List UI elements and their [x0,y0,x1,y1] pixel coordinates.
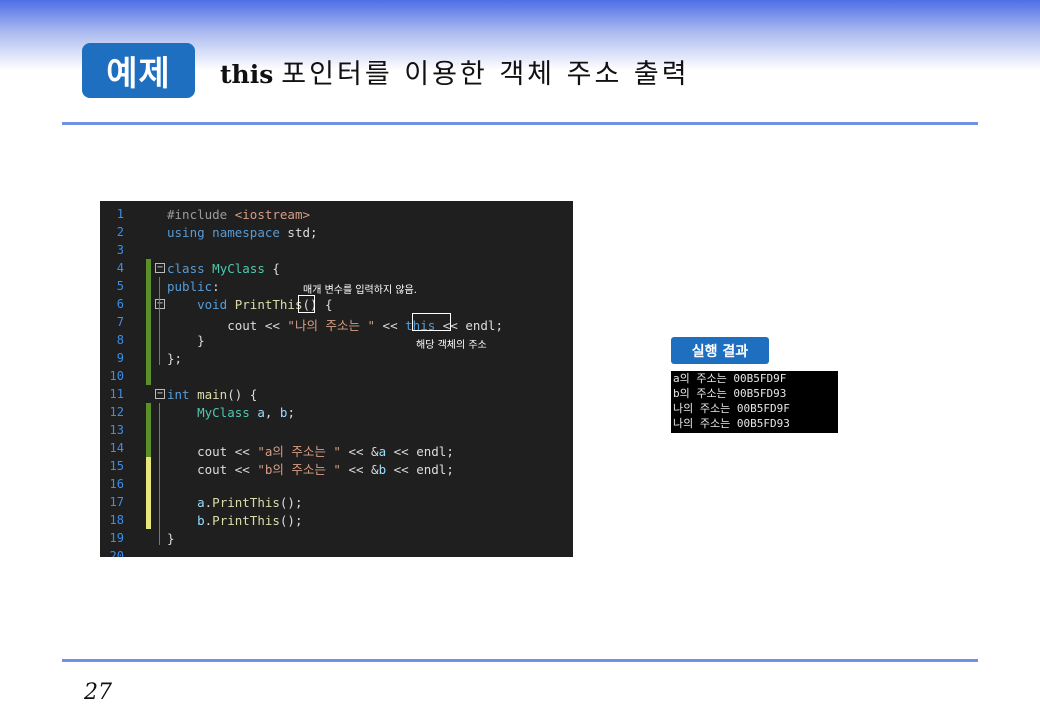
bottom-divider [62,659,978,662]
title-keyword: this [220,60,274,89]
console-line: a의 주소는 00B5FD9F [673,372,787,385]
change-marker [146,277,151,295]
indent-guide [159,403,160,545]
code-line: 19 } [100,529,573,547]
line-number: 20 [109,549,124,557]
line-number: 17 [109,495,124,509]
line-number: 7 [116,315,124,329]
highlight-box-params [298,295,315,313]
code-text: public: [167,279,220,294]
console-output: a의 주소는 00B5FD9F b의 주소는 00B5FD93 나의 주소는 0… [671,371,838,433]
console-line: 나의 주소는 00B5FD93 [673,417,790,430]
code-line: 10 [100,367,573,385]
line-number: 12 [109,405,124,419]
code-text: a.PrintThis(); [197,495,303,510]
code-line: 12 MyClass a, b; [100,403,573,421]
line-number: 14 [109,441,124,455]
line-number: 18 [109,513,124,527]
code-line: 11 − int main() { [100,385,573,403]
code-text: #include <iostream> [167,207,311,222]
result-label: 실행 결과 [671,337,769,364]
page-title: this 포인터를 이용한 객체 주소 출력 [220,52,690,91]
code-text: b.PrintThis(); [197,513,303,528]
change-marker [146,349,151,367]
fold-toggle-icon[interactable]: − [155,263,165,273]
change-marker [146,367,151,385]
highlight-box-this [412,313,451,331]
line-number: 1 [116,207,124,221]
change-marker [146,331,151,349]
annotation-params: 매개 변수를 입력하지 않음. [303,285,417,296]
line-number: 19 [109,531,124,545]
code-text: int main() { [167,387,258,402]
page-number: 27 [84,680,112,705]
code-line: 8 } [100,331,573,349]
code-line: 17 a.PrintThis(); [100,493,573,511]
line-number: 6 [116,297,124,311]
code-text: using namespace std; [167,225,318,240]
change-marker [146,259,151,277]
line-number: 11 [109,387,124,401]
code-text: }; [167,351,183,366]
change-marker [146,313,151,331]
code-line: 7 cout << "나의 주소는 " << this << endl; [100,313,573,333]
code-line: 9 }; [100,349,573,367]
unsaved-marker [146,475,151,493]
change-marker [146,403,151,421]
code-text: } [167,333,205,348]
line-number: 4 [116,261,124,275]
fold-toggle-icon[interactable]: − [155,299,165,309]
top-divider [62,122,978,125]
console-line: 나의 주소는 00B5FD9F [673,402,790,415]
code-line: 13 [100,421,573,439]
example-badge: 예제 [82,43,195,98]
line-number: 3 [116,243,124,257]
unsaved-marker [146,493,151,511]
code-line: 18 b.PrintThis(); [100,511,573,529]
line-number: 13 [109,423,124,437]
code-line: 16 [100,475,573,493]
line-number: 8 [116,333,124,347]
change-marker [146,421,151,439]
code-line: 14 cout << "a의 주소는 " << &a << endl; [100,439,573,459]
line-number: 9 [116,351,124,365]
line-number: 2 [116,225,124,239]
line-number: 15 [109,459,124,473]
line-number: 10 [109,369,124,383]
code-editor: 1 #include <iostream> 2 using namespace … [100,201,573,557]
code-line: 3 [100,241,573,259]
code-line: 15 cout << "b의 주소는 " << &b << endl; [100,457,573,477]
code-line: 20 [100,547,573,557]
code-text: } [167,531,175,546]
unsaved-marker [146,457,151,475]
code-text: MyClass a, b; [197,405,295,420]
indent-guide [159,277,160,365]
unsaved-marker [146,511,151,529]
code-line: 2 using namespace std; [100,223,573,241]
code-line: 4 − class MyClass { [100,259,573,277]
change-marker [146,439,151,457]
line-number: 16 [109,477,124,491]
change-marker [146,295,151,313]
fold-toggle-icon[interactable]: − [155,389,165,399]
line-number: 5 [116,279,124,293]
code-line: 1 #include <iostream> [100,205,573,223]
annotation-this: 해당 객체의 주소 [416,340,487,351]
code-text: class MyClass { [167,261,280,276]
console-line: b의 주소는 00B5FD93 [673,387,787,400]
title-text: 포인터를 이용한 객체 주소 출력 [281,59,690,90]
code-line: 6 − void PrintThis() { [100,295,573,313]
